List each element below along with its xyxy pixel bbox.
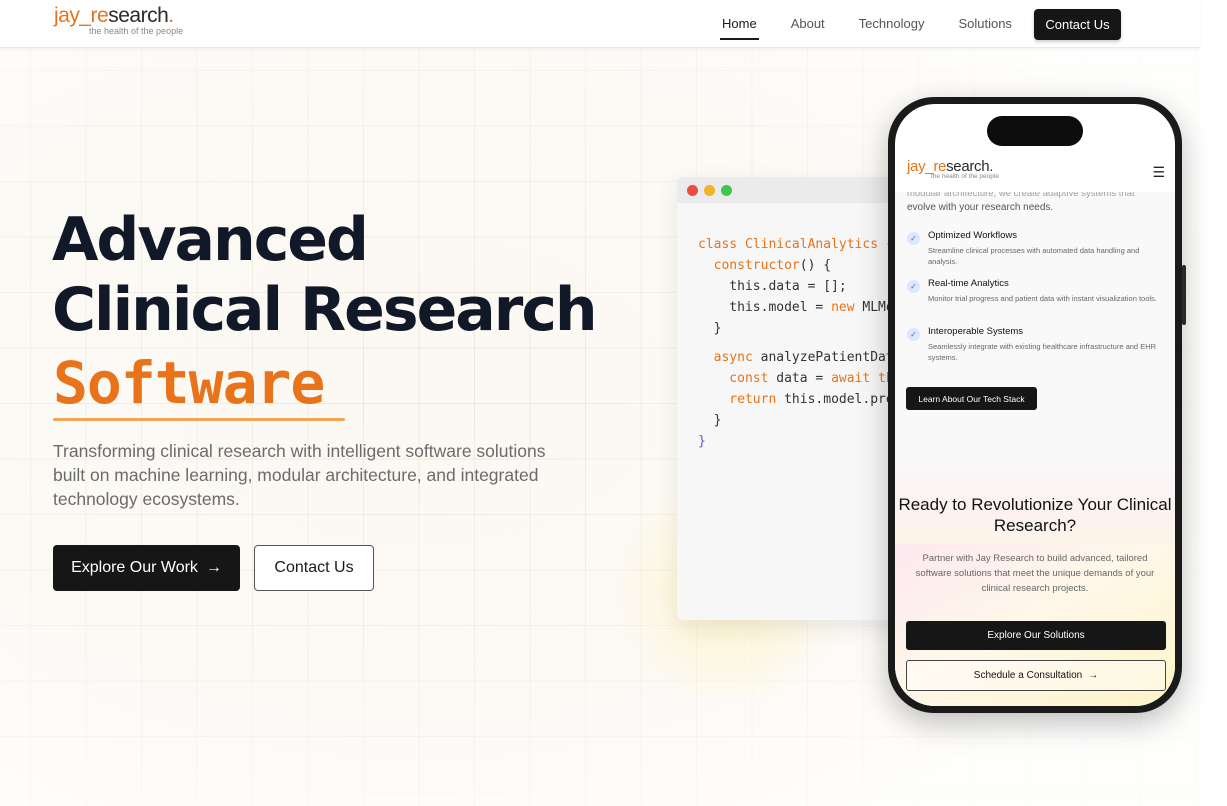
arrow-right-icon: →: [1088, 670, 1099, 681]
hero-title: Advanced Clinical Research: [52, 205, 598, 345]
phone-logo-jay: jay_: [907, 158, 934, 175]
phone-logo-tagline: the health of the people: [931, 173, 999, 180]
hamburger-icon[interactable]: ☰: [1152, 164, 1165, 181]
code-token: }: [698, 321, 722, 336]
phone-mockup: modular architecture, we create adaptive…: [888, 97, 1186, 713]
code-token: this.data = [];: [698, 279, 847, 294]
code-token: class: [698, 237, 745, 252]
code-token: new: [831, 300, 855, 315]
code-token: }: [698, 434, 706, 449]
code-window-titlebar: [677, 177, 917, 203]
maximize-dot-icon: [721, 184, 732, 196]
arrow-right-icon: →: [205, 559, 222, 576]
explore-solutions-button[interactable]: Explore Our Solutions: [906, 621, 1166, 650]
tech-stack-button[interactable]: Learn About Our Tech Stack: [906, 387, 1037, 410]
schedule-consultation-button[interactable]: Schedule a Consultation →: [906, 660, 1166, 691]
nav-about[interactable]: About: [791, 0, 825, 48]
code-token: async: [698, 350, 753, 365]
hero-title-accent: Software: [53, 349, 325, 417]
code-line: const data = await this: [698, 368, 917, 389]
feature-title: Real-time Analytics: [928, 278, 1009, 289]
code-token: ClinicalAnalytics: [744, 237, 879, 252]
phone-notch: [987, 116, 1083, 146]
feature-title: Interoperable Systems: [928, 326, 1024, 337]
logo-text-dot: .: [168, 4, 174, 27]
accent-underline: [53, 418, 345, 421]
code-line: }: [698, 431, 917, 452]
schedule-consultation-label: Schedule a Consultation: [973, 670, 1083, 681]
nav-contact-button[interactable]: Contact Us: [1034, 9, 1121, 40]
phone-cta-title: Ready to Revolutionize Your Clinical Res…: [898, 495, 1172, 535]
code-token: analyzePatientData: [752, 350, 902, 365]
phone-cta-text: Partner with Jay Research to build advan…: [915, 553, 1155, 594]
minimize-dot-icon: [704, 184, 715, 196]
phone-logo[interactable]: jay_research. the health of the people: [907, 158, 999, 180]
code-content: class ClinicalAnalytics { constructor() …: [677, 203, 917, 494]
code-line: }: [698, 410, 917, 431]
hero-subtitle: Transforming clinical research with inte…: [53, 441, 546, 509]
code-line: this.data = [];: [698, 276, 917, 297]
phone-side-button: [1182, 265, 1186, 325]
nav-home[interactable]: Home: [720, 0, 759, 48]
code-token: this.model =: [698, 300, 832, 315]
nav-technology[interactable]: Technology: [859, 0, 925, 48]
code-token: }: [698, 413, 722, 428]
code-line: constructor() {: [698, 255, 917, 276]
logo-text-search: search: [108, 4, 169, 27]
check-icon: ✓: [907, 280, 920, 293]
code-line: this.model = new MLModel: [698, 297, 917, 318]
logo-text-re: re: [90, 4, 109, 27]
feature-title: Optimized Workflows: [928, 230, 1018, 241]
check-icon: ✓: [907, 328, 920, 341]
feature-desc: Streamline clinical processes with autom…: [928, 246, 1140, 266]
logo-text-jay: jay_: [54, 4, 91, 27]
contact-us-button[interactable]: Contact Us: [254, 545, 374, 591]
phone-intro-text: evolve with your research needs.: [907, 202, 1054, 213]
feature-desc: Monitor trial progress and patient data …: [928, 294, 1157, 303]
phone-feature-item: ✓ Interoperable Systems Seamlessly integ…: [907, 326, 1162, 363]
close-dot-icon: [687, 184, 698, 196]
phone-header: jay_research. the health of the people ☰: [895, 156, 1175, 192]
explore-work-button[interactable]: Explore Our Work →: [53, 545, 240, 591]
code-token: const: [698, 371, 769, 386]
code-line: return this.model.predict: [698, 389, 917, 410]
check-icon: ✓: [907, 232, 920, 245]
code-token: constructor: [698, 258, 800, 273]
phone-screen: modular architecture, we create adaptive…: [895, 104, 1175, 706]
code-window: class ClinicalAnalytics { constructor() …: [677, 177, 917, 620]
explore-work-label: Explore Our Work: [71, 559, 198, 576]
hero-title-line-1: Advanced: [52, 205, 369, 275]
logo-tagline: the health of the people: [89, 26, 184, 36]
top-navbar: jay_research. the health of the people H…: [0, 0, 1200, 48]
hero-title-line-2: Clinical Research: [52, 275, 598, 345]
main-nav: Home About Technology Solutions: [720, 0, 1046, 48]
code-line: async analyzePatientData: [698, 347, 917, 368]
brand-logo[interactable]: jay_research. the health of the people: [54, 4, 183, 36]
code-line: }: [698, 318, 917, 339]
code-token: return: [698, 392, 777, 407]
phone-feature-item: ✓ Optimized Workflows Streamline clinica…: [907, 230, 1162, 267]
nav-solutions[interactable]: Solutions: [958, 0, 1011, 48]
code-token: () {: [799, 258, 832, 273]
code-line: class ClinicalAnalytics {: [698, 234, 917, 255]
feature-desc: Seamlessly integrate with existing healt…: [928, 342, 1157, 362]
page-gutter: [1200, 0, 1227, 806]
phone-feature-item: ✓ Real-time Analytics Monitor trial prog…: [907, 278, 1162, 304]
code-token: data =: [768, 371, 832, 386]
